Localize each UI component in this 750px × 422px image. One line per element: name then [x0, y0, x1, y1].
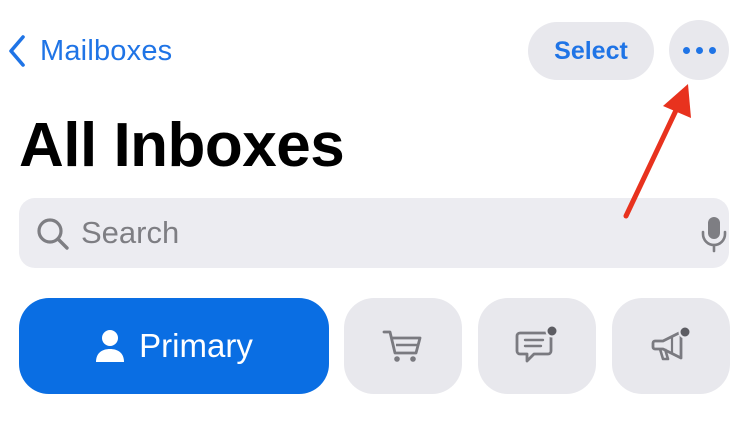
ellipsis-icon	[682, 46, 690, 54]
search-field[interactable]: Search	[19, 198, 729, 268]
search-placeholder: Search	[81, 215, 180, 250]
more-options-button[interactable]	[669, 20, 729, 80]
ellipsis-dot	[708, 46, 716, 54]
tab-primary-label: Primary	[139, 327, 253, 364]
search-icon	[37, 218, 69, 250]
select-label: Select	[554, 36, 628, 65]
cart-icon	[382, 330, 422, 362]
message-badge-icon	[515, 324, 559, 363]
back-label: Mailboxes	[40, 34, 173, 67]
tab-transactions[interactable]	[478, 298, 596, 394]
ellipsis-dot	[695, 46, 703, 54]
chevron-left-icon	[9, 35, 25, 67]
back-button[interactable]: Mailboxes	[6, 26, 172, 76]
page-title: All Inboxes	[19, 111, 345, 180]
megaphone-badge-icon	[651, 325, 692, 361]
person-icon	[96, 330, 125, 362]
microphone-icon[interactable]	[699, 214, 729, 254]
select-button[interactable]: Select	[528, 22, 654, 80]
tab-primary[interactable]: Primary	[19, 298, 329, 394]
mail-screen: Mailboxes Select All Inboxes Search Prim…	[0, 0, 750, 422]
tab-shopping[interactable]	[344, 298, 462, 394]
tab-updates[interactable]	[612, 298, 730, 394]
